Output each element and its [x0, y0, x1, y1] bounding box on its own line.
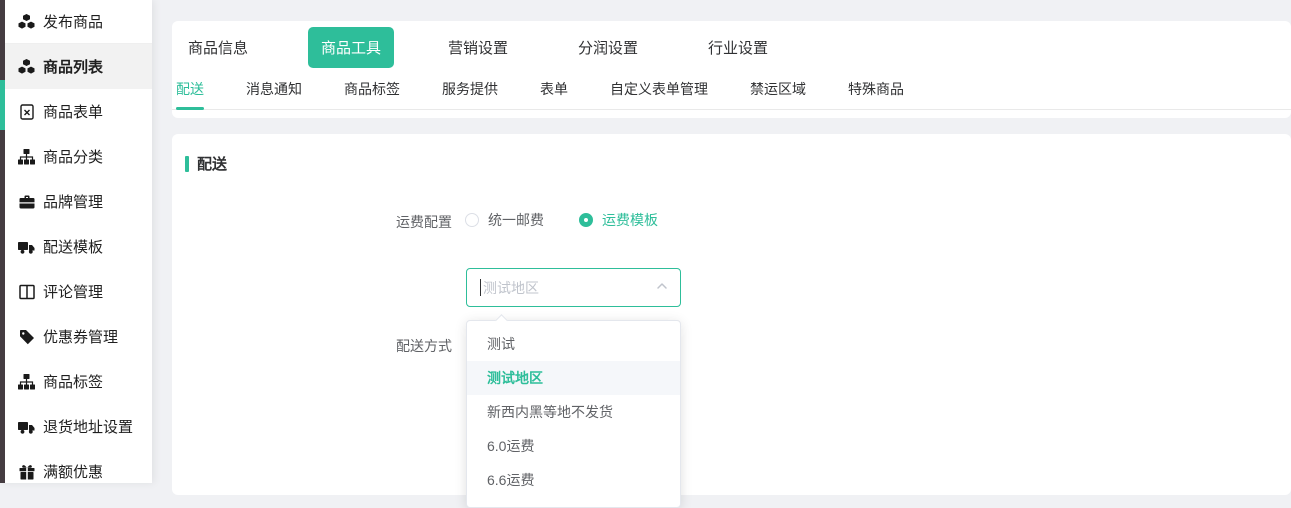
radio-freight-template[interactable]: 运费模板	[579, 210, 658, 230]
tab-product-tags[interactable]: 商品标签	[344, 73, 400, 110]
tab-marketing-settings[interactable]: 营销设置	[448, 37, 508, 58]
freight-template-dropdown: 测试 测试地区 新西内黑等地不发货 6.0运费 6.6运费	[466, 320, 681, 508]
tab-delivery-active[interactable]: 配送	[176, 73, 204, 110]
sidebar-item-full-amount-discount[interactable]: 满额优惠	[0, 449, 152, 494]
sitemap-icon	[18, 149, 35, 165]
dropdown-option[interactable]: 6.0运费	[467, 429, 680, 463]
sidebar-item-delivery-template[interactable]: 配送模板	[0, 224, 152, 269]
cubes-icon	[18, 59, 35, 75]
sidebar-item-product-list[interactable]: 商品列表	[0, 44, 152, 89]
primary-tabs: 商品信息 商品工具 营销设置 分润设置 行业设置	[172, 21, 1291, 73]
truck-icon	[18, 419, 35, 435]
columns-icon	[18, 284, 35, 300]
section-header: 配送	[185, 153, 227, 174]
tabs-card: 商品信息 商品工具 营销设置 分润设置 行业设置 配送 消息通知 商品标签 服务…	[172, 21, 1291, 118]
sidebar-item-label: 评论管理	[43, 281, 103, 302]
tab-profit-sharing-settings[interactable]: 分润设置	[578, 37, 638, 58]
select-placeholder: 测试地区	[483, 278, 656, 298]
freight-radio-group: 统一邮费 运费模板	[465, 210, 693, 230]
sidebar-item-label: 配送模板	[43, 236, 103, 257]
section-accent-bar	[185, 156, 189, 172]
tab-product-tools-active[interactable]: 商品工具	[308, 27, 394, 68]
sidebar: 发布商品 商品列表 商品表单 商品分类 品牌管理 配送模板 评论管理	[0, 0, 152, 483]
briefcase-icon	[18, 194, 35, 210]
tab-message-notification[interactable]: 消息通知	[246, 73, 302, 110]
dropdown-option[interactable]: 6.6运费	[467, 463, 680, 497]
sidebar-item-label: 优惠券管理	[43, 326, 118, 347]
dropdown-option-selected[interactable]: 测试地区	[467, 361, 680, 395]
sidebar-item-label: 满额优惠	[43, 461, 103, 482]
sidebar-scrollbar-thumb[interactable]	[0, 80, 5, 130]
dropdown-arrow-notch	[495, 314, 508, 327]
truck-icon	[18, 239, 35, 255]
sidebar-item-publish-product[interactable]: 发布商品	[0, 0, 152, 44]
sidebar-item-product-tags[interactable]: 商品标签	[0, 359, 152, 404]
tab-embargo-area[interactable]: 禁运区域	[750, 73, 806, 110]
dropdown-option[interactable]: 新西内黑等地不发货	[467, 395, 680, 429]
sidebar-item-label: 商品标签	[43, 371, 103, 392]
sidebar-item-comment-management[interactable]: 评论管理	[0, 269, 152, 314]
radio-unified-postage[interactable]: 统一邮费	[465, 210, 544, 230]
tag-icon	[18, 329, 35, 345]
sidebar-item-label: 退货地址设置	[43, 416, 133, 437]
radio-unified-postage-label: 统一邮费	[488, 210, 544, 230]
tab-special-products[interactable]: 特殊商品	[848, 73, 904, 110]
radio-circle-icon	[465, 213, 479, 227]
section-title: 配送	[197, 153, 227, 174]
tab-form[interactable]: 表单	[540, 73, 568, 110]
sidebar-item-coupon-management[interactable]: 优惠券管理	[0, 314, 152, 359]
sidebar-item-brand-management[interactable]: 品牌管理	[0, 179, 152, 224]
text-caret	[480, 279, 481, 296]
tab-service-provision[interactable]: 服务提供	[442, 73, 498, 110]
tab-industry-settings[interactable]: 行业设置	[708, 37, 768, 58]
gift-icon	[18, 464, 35, 480]
sidebar-item-label: 品牌管理	[43, 191, 103, 212]
content-card: 配送 运费配置 统一邮费 运费模板 测试地区 配送方式 测试 测试地区 新西内黑…	[172, 134, 1291, 495]
file-x-icon	[18, 104, 35, 120]
chevron-up-icon	[656, 279, 668, 297]
secondary-tabs: 配送 消息通知 商品标签 服务提供 表单 自定义表单管理 禁运区域 特殊商品	[172, 73, 1291, 110]
sidebar-item-product-form[interactable]: 商品表单	[0, 89, 152, 134]
sidebar-item-label: 商品分类	[43, 146, 103, 167]
tab-custom-form-management[interactable]: 自定义表单管理	[610, 73, 708, 110]
sidebar-item-return-address-settings[interactable]: 退货地址设置	[0, 404, 152, 449]
sidebar-item-label: 商品列表	[43, 56, 103, 77]
delivery-method-label: 配送方式	[172, 336, 452, 356]
radio-circle-checked-icon	[579, 213, 593, 227]
dropdown-option[interactable]: 测试	[467, 327, 680, 361]
tab-product-info[interactable]: 商品信息	[188, 37, 248, 58]
sidebar-scrollbar-track	[0, 0, 5, 483]
radio-freight-template-label: 运费模板	[602, 210, 658, 230]
sidebar-item-product-category[interactable]: 商品分类	[0, 134, 152, 179]
sidebar-item-label: 商品表单	[43, 101, 103, 122]
sidebar-item-label: 发布商品	[43, 11, 103, 32]
freight-template-select[interactable]: 测试地区	[466, 268, 681, 307]
sitemap-icon	[18, 374, 35, 390]
freight-config-label: 运费配置	[172, 212, 452, 232]
cubes-icon	[18, 14, 35, 30]
